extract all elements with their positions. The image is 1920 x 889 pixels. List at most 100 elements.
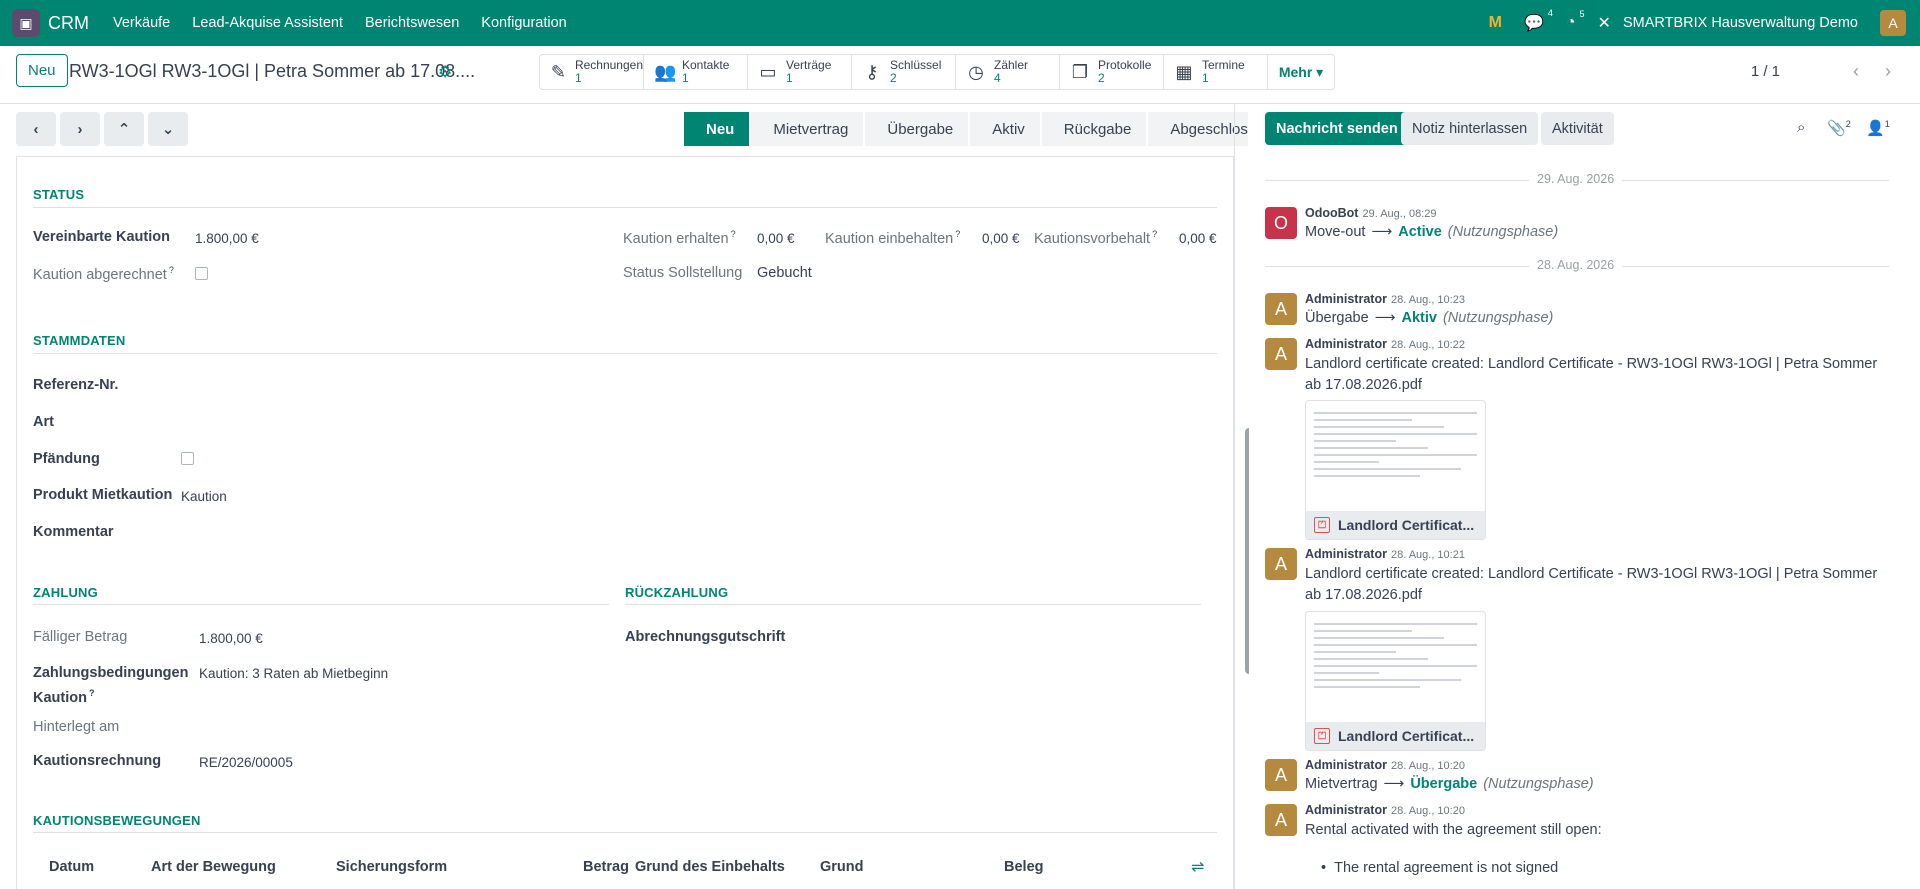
followers-count: 1: [1884, 119, 1890, 129]
new-record-button[interactable]: Neu: [16, 54, 68, 87]
author-name: Administrator: [1305, 547, 1387, 561]
company-switcher[interactable]: SMARTBRIX Hausverwaltung Demo: [1623, 15, 1858, 31]
smart-count: 1: [1202, 71, 1209, 85]
smart-button-zaehler[interactable]: ◷ Zähler 4: [956, 55, 1060, 89]
message-author[interactable]: Administrator 28. Aug., 10:21: [1305, 547, 1465, 561]
attachments-icon[interactable]: 📎2: [1827, 119, 1851, 137]
message-author[interactable]: OdooBot 29. Aug., 08:29: [1305, 206, 1436, 220]
label-text: Kaution einbehalten: [825, 230, 954, 247]
message-author[interactable]: Administrator 28. Aug., 10:22: [1305, 337, 1465, 351]
help-icon[interactable]: ?: [955, 229, 960, 239]
stage-rueckgabe[interactable]: Rückgabe: [1041, 112, 1147, 146]
message-time: 28. Aug., 10:22: [1390, 339, 1465, 351]
stage-uebergabe[interactable]: Übergabe: [865, 112, 969, 146]
new-value: Aktiv: [1401, 310, 1437, 326]
pager-value[interactable]: 1 / 1: [1751, 63, 1780, 80]
next-record-button[interactable]: ›: [60, 112, 100, 146]
smart-button-schluessel[interactable]: ⚷ Schlüssel 2: [852, 55, 956, 89]
smart-count: 2: [890, 71, 897, 85]
col-grund-des-einbehalts[interactable]: Grund des Einbehalts: [635, 859, 785, 875]
col-sicherungsform[interactable]: Sicherungsform: [336, 859, 447, 875]
move-up-button[interactable]: ⌃: [104, 112, 144, 146]
col-datum[interactable]: Datum: [49, 859, 94, 875]
menu-berichtswesen[interactable]: Berichtswesen: [365, 15, 459, 31]
value-zahlungsbedingungen[interactable]: Kaution: 3 Raten ab Mietbeginn: [199, 666, 388, 681]
menu-konfiguration[interactable]: Konfiguration: [481, 15, 566, 31]
stage-neu[interactable]: Neu: [684, 112, 750, 146]
prev-record-button[interactable]: ‹: [16, 112, 56, 146]
pager-previous-icon[interactable]: ‹: [1842, 57, 1870, 85]
smart-button-vertraege[interactable]: ▭ Verträge 1: [748, 55, 852, 89]
help-icon[interactable]: ?: [169, 265, 174, 275]
gear-icon[interactable]: ⚙: [438, 62, 452, 82]
pdf-icon: ⏍: [1314, 517, 1330, 533]
avatar[interactable]: A: [1265, 804, 1297, 836]
followers-icon[interactable]: 👤1: [1866, 119, 1890, 137]
stage-aktiv[interactable]: Aktiv: [970, 112, 1040, 146]
author-name: OdooBot: [1305, 206, 1359, 220]
column-settings-icon[interactable]: ⇌: [1191, 857, 1204, 877]
divider: [33, 353, 1217, 354]
label-kommentar: Kommentar: [33, 524, 114, 540]
divider: [625, 604, 1201, 605]
avatar[interactable]: O: [1265, 207, 1297, 239]
message-author[interactable]: Administrator 28. Aug., 10:23: [1305, 292, 1465, 306]
label-referenz: Referenz-Nr.: [33, 377, 119, 393]
log-note-button[interactable]: Notiz hinterlassen: [1401, 112, 1539, 145]
app-logo-icon[interactable]: ▣: [12, 9, 40, 37]
col-grund[interactable]: Grund: [820, 859, 864, 875]
label-produkt-mietkaution: Produkt Mietkaution: [33, 487, 173, 503]
smart-button-rechnungen[interactable]: ✎ Rechnungen 1: [540, 55, 644, 89]
avatar[interactable]: A: [1265, 759, 1297, 791]
attachment-card[interactable]: ⏍ Landlord Certificat...: [1305, 611, 1486, 751]
avatar[interactable]: A: [1265, 293, 1297, 325]
value-kautionsrechnung[interactable]: RE/2026/00005: [199, 755, 293, 770]
debug-tools-icon[interactable]: ✕: [1598, 13, 1611, 33]
app-name[interactable]: CRM: [48, 13, 89, 34]
help-icon[interactable]: ?: [89, 688, 95, 698]
date-separator-label: 29. Aug. 2026: [1529, 172, 1623, 186]
old-value: Mietvertrag: [1305, 776, 1378, 792]
col-betrag[interactable]: Betrag: [583, 859, 629, 875]
key-icon: ⚷: [865, 61, 879, 82]
move-down-button[interactable]: ⌄: [148, 112, 188, 146]
value-produkt-mietkaution[interactable]: Kaution: [181, 489, 227, 504]
activity-button[interactable]: Aktivität: [1541, 112, 1614, 145]
list-item-text: The rental agreement is not signed: [1334, 860, 1559, 876]
menu-verkaeufe[interactable]: Verkäufe: [113, 15, 170, 31]
checkbox-pfaendung[interactable]: [181, 452, 194, 465]
top-navbar: ▣ CRM Verkäufe Lead-Akquise Assistent Be…: [0, 0, 1920, 46]
search-icon[interactable]: ⌕: [1797, 119, 1805, 136]
send-message-button[interactable]: Nachricht senden: [1265, 112, 1409, 145]
label-kaution-abgerechnet: Kaution abgerechnet?: [33, 265, 174, 283]
avatar[interactable]: A: [1265, 548, 1297, 580]
more-dropdown-button[interactable]: Mehr ▾: [1268, 55, 1334, 89]
stage-mietvertrag[interactable]: Mietvertrag: [751, 112, 864, 146]
value-kaution-einbehalten: 0,00 €: [982, 231, 1020, 246]
field-name: (Nutzungsphase): [1442, 310, 1554, 326]
activities-icon[interactable]: ◔ 5: [1566, 9, 1585, 32]
messages-icon[interactable]: 💬 4: [1524, 8, 1553, 33]
smart-count: 2: [1098, 71, 1105, 85]
pdf-icon: ⏍: [1314, 728, 1330, 744]
smart-button-protokolle[interactable]: ❐ Protokolle 2: [1060, 55, 1164, 89]
author-name: Administrator: [1305, 292, 1387, 306]
menu-lead-akquise[interactable]: Lead-Akquise Assistent: [192, 15, 343, 31]
help-icon[interactable]: ?: [1152, 229, 1157, 239]
message-author[interactable]: Administrator 28. Aug., 10:20: [1305, 758, 1465, 772]
col-beleg[interactable]: Beleg: [1004, 859, 1044, 875]
attachment-card[interactable]: ⏍ Landlord Certificat...: [1305, 400, 1486, 540]
value-vereinbarte-kaution[interactable]: 1.800,00 €: [195, 231, 259, 246]
mail-plugin-icon[interactable]: M: [1489, 14, 1502, 32]
checkbox-kaution-abgerechnet[interactable]: [195, 267, 208, 280]
help-icon[interactable]: ?: [731, 229, 736, 239]
message-author[interactable]: Administrator 28. Aug., 10:20: [1305, 803, 1465, 817]
smart-button-termine[interactable]: ▦ Termine 1: [1164, 55, 1268, 89]
avatar[interactable]: A: [1265, 338, 1297, 370]
tracking-value: Übergabe ⟶ Aktiv (Nutzungsphase): [1305, 310, 1553, 326]
smart-button-kontakte[interactable]: 👥 Kontakte 1: [644, 55, 748, 89]
col-art-der-bewegung[interactable]: Art der Bewegung: [151, 859, 276, 875]
user-avatar[interactable]: A: [1880, 10, 1906, 36]
pager-next-icon[interactable]: ›: [1874, 57, 1902, 85]
value-kaution-erhalten: 0,00 €: [757, 231, 795, 246]
